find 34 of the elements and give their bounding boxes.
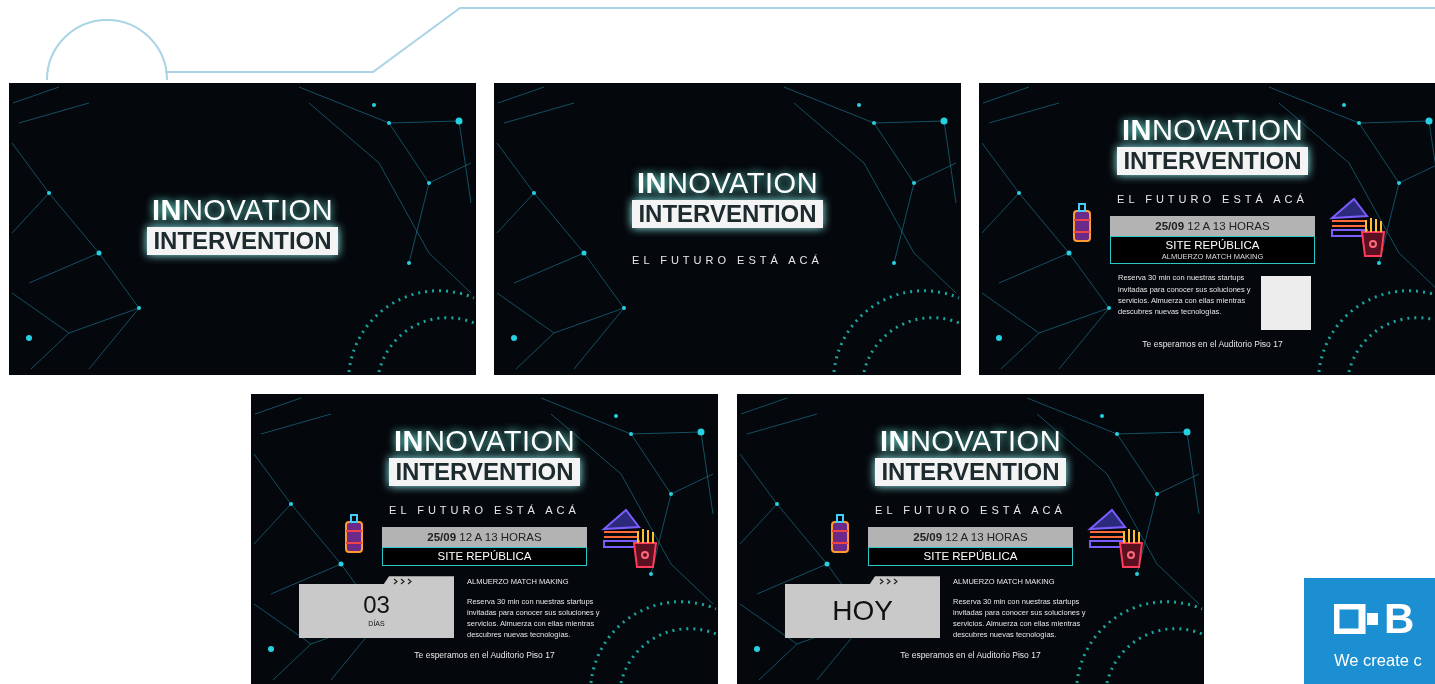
logo-subtitle: INTERVENTION — [632, 200, 823, 229]
logo-title: INNOVATION — [1121, 116, 1304, 145]
logo-title: INNOVATION — [636, 169, 819, 199]
location-box: SITE REPÚBLICA — [868, 546, 1073, 567]
date-time-bar: 25/09 12 A 13 HORAS — [382, 526, 587, 547]
logo-title: INNOVATION — [879, 427, 1062, 456]
tagline-text: EL FUTURO ESTÁ ACÁ — [632, 253, 823, 269]
tagline-text: EL FUTURO ESTÁ ACÁ — [875, 503, 1066, 518]
footer-text: Te esperamos en el Auditorio Piso 17 — [1142, 338, 1283, 352]
logo-subtitle: INTERVENTION — [875, 458, 1066, 486]
date-time-bar: 25/09 12 A 13 HORAS — [868, 526, 1073, 547]
chevrons-icon — [393, 578, 415, 586]
location-text: SITE REPÚBLICA — [1164, 238, 1261, 253]
drink-can-icon — [1071, 203, 1093, 243]
chevrons-icon — [879, 578, 901, 586]
drink-can-icon — [829, 514, 851, 554]
qr-code-placeholder — [1261, 276, 1311, 331]
logo-subtitle: INTERVENTION — [389, 458, 580, 486]
countdown-value: 03 — [363, 593, 390, 618]
brand-tagline: We create c — [1334, 650, 1422, 671]
location-box: SITE REPÚBLICA — [382, 546, 587, 567]
logo-title: INNOVATION — [393, 427, 576, 456]
logo-subtitle: INTERVENTION — [1117, 147, 1308, 175]
footer-text: Te esperamos en el Auditorio Piso 17 — [900, 648, 1041, 662]
countdown-value: HOY — [832, 597, 893, 626]
logo-title: INNOVATION — [151, 195, 334, 225]
squares-logo-icon — [1334, 604, 1378, 634]
tagline-text: EL FUTURO ESTÁ ACÁ — [1117, 192, 1308, 207]
date-time-bar: 25/09 12 A 13 HORAS — [1110, 215, 1315, 236]
footer-text: Te esperamos en el Auditorio Piso 17 — [414, 648, 555, 662]
drink-can-icon — [343, 514, 365, 554]
logo-subtitle: INTERVENTION — [147, 226, 338, 255]
tagline-text: EL FUTURO ESTÁ ACÁ — [389, 503, 580, 518]
brand-name: B — [1384, 598, 1415, 640]
